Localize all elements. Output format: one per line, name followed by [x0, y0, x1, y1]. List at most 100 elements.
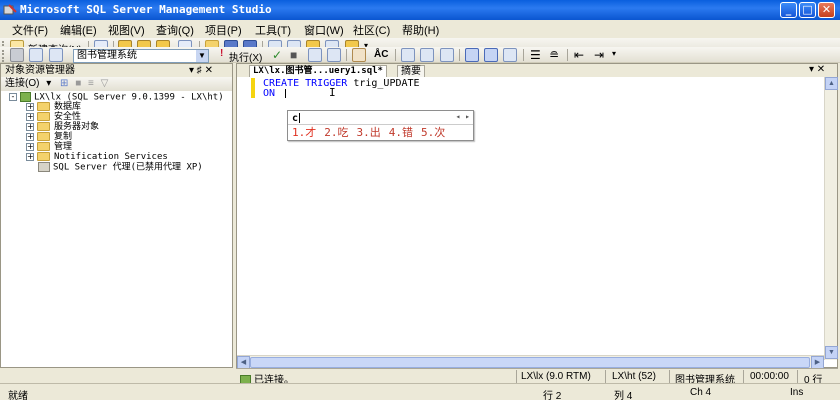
tree-node-label: 安全性	[54, 112, 82, 122]
divider	[743, 370, 744, 383]
toolbar-separator	[395, 49, 396, 61]
connect-dropdown-button[interactable]: 连接(O)	[5, 78, 39, 89]
editor-vertical-scrollbar[interactable]: ▲ ▼	[824, 77, 838, 360]
results-grid-icon[interactable]	[465, 48, 479, 62]
tree-node-replication[interactable]: + 复制	[26, 132, 72, 142]
tree-node-label: SQL Server 代理(已禁用代理 XP)	[53, 162, 203, 173]
ime-composition-box: c ◂ ▸	[288, 111, 473, 125]
intellisense-icon[interactable]: ÅC	[374, 49, 388, 60]
tree-node-management[interactable]: + 管理	[26, 142, 72, 152]
execute-button[interactable]: 执行(X)	[229, 49, 262, 64]
toolbar-grip[interactable]	[2, 50, 5, 62]
ime-caret	[299, 113, 300, 123]
display-plan-icon[interactable]	[308, 48, 322, 62]
collapse-icon[interactable]: -	[9, 93, 17, 101]
tab-summary[interactable]: 摘要	[397, 65, 425, 77]
chevron-down-icon[interactable]: ▾	[46, 78, 51, 89]
ime-candidate-window: c ◂ ▸ 1.才 2.吃 3.出 4.错 5.次	[287, 110, 474, 141]
tree-node-label: 数据库	[54, 102, 82, 112]
tree-node-server-objects[interactable]: + 服务器对象	[26, 122, 99, 132]
toolbar-overflow-icon[interactable]: ▾	[612, 49, 616, 58]
menu-community[interactable]: 社区(C)	[353, 22, 390, 38]
results-to-file-icon[interactable]	[503, 48, 517, 62]
parse-checkmark-icon[interactable]: ✓	[272, 48, 282, 62]
tree-node-sql-agent[interactable]: SQL Server 代理(已禁用代理 XP)	[38, 162, 203, 173]
tree-node-server[interactable]: - LX\lx (SQL Server 9.0.1399 - LX\ht)	[9, 92, 224, 103]
text-caret	[285, 89, 286, 98]
design-query-icon[interactable]	[352, 48, 366, 62]
object-explorer-window-controls[interactable]: ▾ ♯ ✕	[189, 64, 213, 77]
stop-icon[interactable]: ■	[75, 78, 81, 89]
filter-icon[interactable]: ▽	[101, 78, 109, 89]
divider	[516, 370, 517, 383]
divider	[797, 370, 798, 383]
document-tab-strip: LX\lx.图书管...uery1.sql* 摘要 ▾ ✕	[237, 64, 837, 77]
expand-icon[interactable]: +	[26, 112, 34, 121]
database-select-value: 图书管理系统	[77, 50, 137, 61]
query-options-icon[interactable]	[327, 48, 341, 62]
title-bar: Microsoft SQL Server Management Studio _…	[0, 0, 840, 20]
tab-strip-controls[interactable]: ▾ ✕	[809, 64, 825, 75]
minimize-button[interactable]: _	[780, 2, 797, 18]
ime-candidate-list: 1.才 2.吃 3.出 4.错 5.次	[292, 126, 453, 140]
expand-icon[interactable]: +	[26, 122, 34, 131]
query-editor-panel: LX\lx.图书管...uery1.sql* 摘要 ▾ ✕ CREATE TRI…	[236, 63, 838, 369]
disconnect-icon[interactable]: ⊞	[60, 78, 68, 89]
menu-tools[interactable]: 工具(T)	[255, 22, 291, 38]
client-statistics-icon[interactable]	[420, 48, 434, 62]
ime-candidate[interactable]: 1.才	[292, 126, 316, 139]
scroll-up-arrow-icon[interactable]: ▲	[825, 77, 838, 90]
expand-icon[interactable]: +	[26, 132, 34, 141]
toolbar-separator	[346, 49, 347, 61]
menu-help[interactable]: 帮助(H)	[402, 22, 439, 38]
connect-icon[interactable]	[10, 48, 24, 62]
folder-icon	[37, 132, 50, 141]
increase-indent-icon[interactable]: ⇥	[594, 48, 604, 62]
ime-composition-text: c	[292, 113, 299, 124]
execute-icon: !	[220, 48, 224, 59]
close-button[interactable]: ✕	[818, 2, 835, 18]
maximize-button[interactable]: □	[799, 2, 816, 18]
menu-view[interactable]: 视图(V)	[108, 22, 145, 38]
ime-page-arrows-icon[interactable]: ◂ ▸	[456, 112, 470, 121]
scroll-down-arrow-icon[interactable]: ▼	[825, 346, 838, 359]
sql-code-editor[interactable]: CREATE TRIGGER trig_UPDATE ON I c ◂ ▸ 1.…	[237, 77, 824, 360]
menu-edit[interactable]: 编辑(E)	[60, 22, 97, 38]
tree-node-databases[interactable]: + 数据库	[26, 102, 81, 112]
ime-candidate[interactable]: 2.吃	[324, 126, 348, 139]
expand-icon[interactable]: +	[26, 142, 34, 151]
cancel-query-icon[interactable]: ■	[290, 48, 297, 62]
uncomment-icon[interactable]: ≘	[549, 48, 559, 62]
menu-project[interactable]: 项目(P)	[205, 22, 242, 38]
ime-candidate[interactable]: 3.出	[357, 126, 381, 139]
results-to-grid-icon[interactable]	[484, 48, 498, 62]
code-line-1: CREATE TRIGGER trig_UPDATE	[263, 79, 420, 89]
menu-query[interactable]: 查询(Q)	[156, 22, 194, 38]
ibeam-cursor-icon: I	[329, 86, 336, 99]
tab-query1[interactable]: LX\lx.图书管...uery1.sql*	[249, 65, 387, 77]
available-databases-select[interactable]: 图书管理系统 ▼	[73, 49, 209, 63]
include-actual-plan-icon[interactable]	[401, 48, 415, 62]
divider	[669, 370, 670, 383]
tree-node-server-label: LX\lx (SQL Server 9.0.1399 - LX\ht)	[34, 92, 224, 103]
expand-icon[interactable]: +	[26, 102, 34, 111]
tree-node-notification-services[interactable]: + Notification Services	[26, 152, 168, 162]
ime-candidate[interactable]: 4.错	[389, 126, 413, 139]
query-connection-bar: 已连接。 LX\lx (9.0 RTM) LX\ht (52) 图书管理系统 0…	[236, 368, 838, 386]
refresh-icon[interactable]: ≡	[88, 78, 94, 89]
results-to-text-icon[interactable]	[440, 48, 454, 62]
expand-icon[interactable]: +	[26, 152, 34, 161]
folder-icon	[37, 152, 50, 161]
change-connection-icon[interactable]	[29, 48, 43, 62]
registered-server-icon[interactable]	[49, 48, 63, 62]
horizontal-scroll-thumb[interactable]	[250, 357, 810, 368]
editor-horizontal-scrollbar[interactable]: ◀ ▶	[237, 355, 824, 369]
status-ready: 就绪	[8, 391, 28, 400]
tree-node-security[interactable]: + 安全性	[26, 112, 81, 122]
ime-candidate[interactable]: 5.次	[421, 126, 445, 139]
decrease-indent-icon[interactable]: ⇤	[574, 48, 584, 62]
comment-out-icon[interactable]: ☰	[530, 48, 541, 62]
menu-window[interactable]: 窗口(W)	[304, 22, 344, 38]
menu-file[interactable]: 文件(F)	[12, 22, 48, 38]
tree-node-label: 管理	[54, 142, 73, 152]
